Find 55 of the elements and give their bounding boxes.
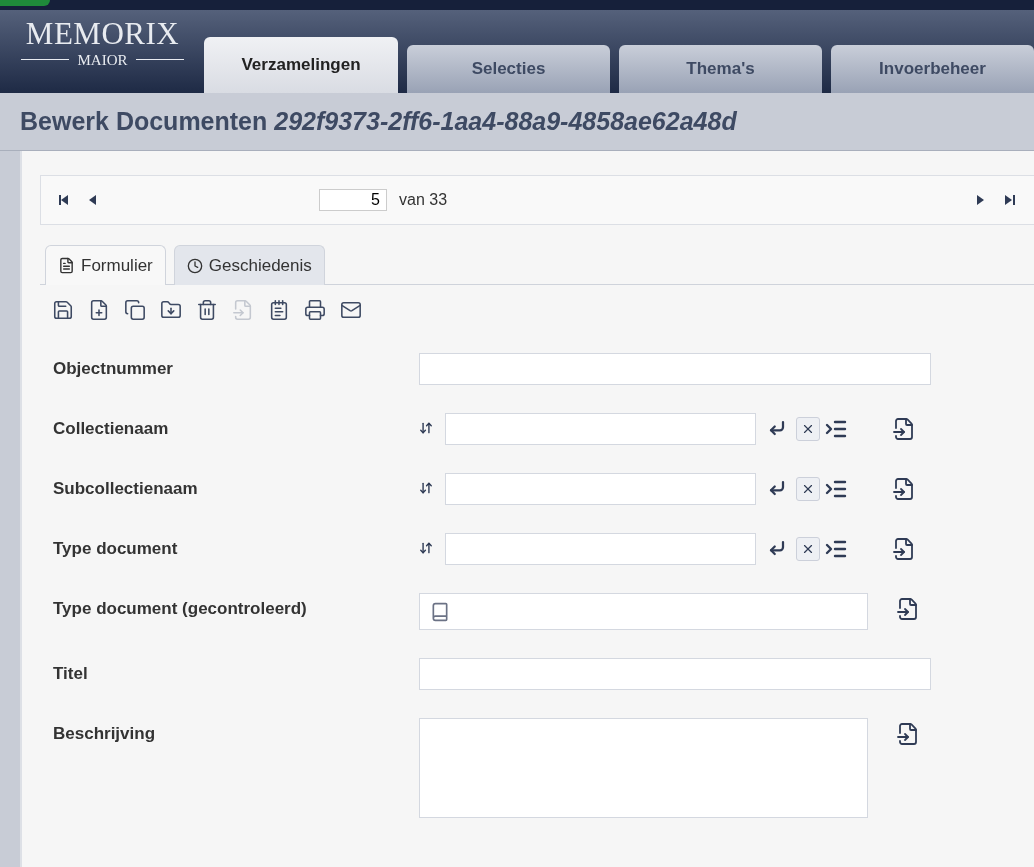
text-field[interactable] bbox=[419, 353, 931, 385]
enter-icon[interactable] bbox=[768, 539, 786, 557]
x-icon bbox=[801, 542, 815, 556]
description-field[interactable] bbox=[419, 718, 868, 818]
book-icon bbox=[430, 601, 450, 622]
form-tab[interactable]: Formulier bbox=[45, 245, 166, 285]
lookup-field[interactable] bbox=[445, 413, 756, 445]
printer-icon[interactable] bbox=[304, 299, 326, 321]
folder-icon[interactable] bbox=[160, 299, 182, 321]
clear-button[interactable] bbox=[796, 417, 820, 441]
clock-icon bbox=[186, 257, 203, 274]
enter-icon[interactable] bbox=[768, 479, 786, 497]
sort-arrows-icon[interactable] bbox=[419, 541, 433, 555]
copy-in-icon[interactable] bbox=[896, 722, 920, 746]
previous-page-button[interactable] bbox=[87, 194, 99, 206]
copy-in-icon[interactable] bbox=[896, 597, 920, 621]
sort-arrows-icon[interactable] bbox=[419, 481, 433, 495]
logo: MEMORIX MAIOR bbox=[20, 16, 185, 87]
clear-button[interactable] bbox=[796, 537, 820, 561]
field-label: Type document bbox=[53, 538, 179, 559]
first-page-button[interactable] bbox=[59, 194, 71, 206]
enter-icon[interactable] bbox=[768, 419, 786, 437]
last-page-button[interactable] bbox=[1004, 194, 1016, 206]
controlled-term-field[interactable] bbox=[419, 593, 868, 630]
x-icon bbox=[801, 482, 815, 496]
sort-arrows-icon[interactable] bbox=[419, 421, 433, 435]
clear-button[interactable] bbox=[796, 477, 820, 501]
copy-in-icon[interactable] bbox=[892, 537, 916, 561]
page-total: van 33 bbox=[399, 191, 448, 209]
field-label: Objectnummer bbox=[53, 358, 174, 379]
x-icon bbox=[801, 422, 815, 436]
main-tab[interactable]: Selecties bbox=[407, 45, 610, 93]
copy-icon[interactable] bbox=[124, 299, 146, 321]
page-number-field[interactable]: 5 bbox=[319, 189, 387, 211]
field-label: Titel bbox=[53, 663, 89, 684]
form-tab[interactable]: Geschiedenis bbox=[173, 245, 325, 285]
lookup-field[interactable] bbox=[445, 473, 756, 505]
trash-icon[interactable] bbox=[196, 299, 218, 321]
field-label: Type document (gecontroleerd) bbox=[53, 598, 308, 619]
new-document-icon[interactable] bbox=[88, 299, 110, 321]
form-icon bbox=[58, 257, 75, 274]
page-title: Bewerk Documenten 292f9373-2ff6-1aa4-88a9-4858ae62a48d bbox=[20, 107, 737, 136]
notepad-icon[interactable] bbox=[268, 299, 290, 321]
main-tab[interactable]: Invoerbeheer bbox=[831, 45, 1034, 93]
field-label: Subcollectienaam bbox=[53, 478, 199, 499]
field-label: Collectienaam bbox=[53, 418, 170, 439]
lookup-field[interactable] bbox=[445, 533, 756, 565]
main-tab[interactable]: Thema's bbox=[619, 45, 822, 93]
text-field[interactable] bbox=[419, 658, 931, 690]
field-label: Beschrijving bbox=[53, 723, 157, 744]
copy-in-icon[interactable] bbox=[892, 477, 916, 501]
main-tab[interactable]: Verzamelingen bbox=[204, 37, 398, 93]
copy-in-icon[interactable] bbox=[892, 417, 916, 441]
save-icon[interactable] bbox=[52, 299, 74, 321]
mail-icon[interactable] bbox=[340, 299, 362, 321]
